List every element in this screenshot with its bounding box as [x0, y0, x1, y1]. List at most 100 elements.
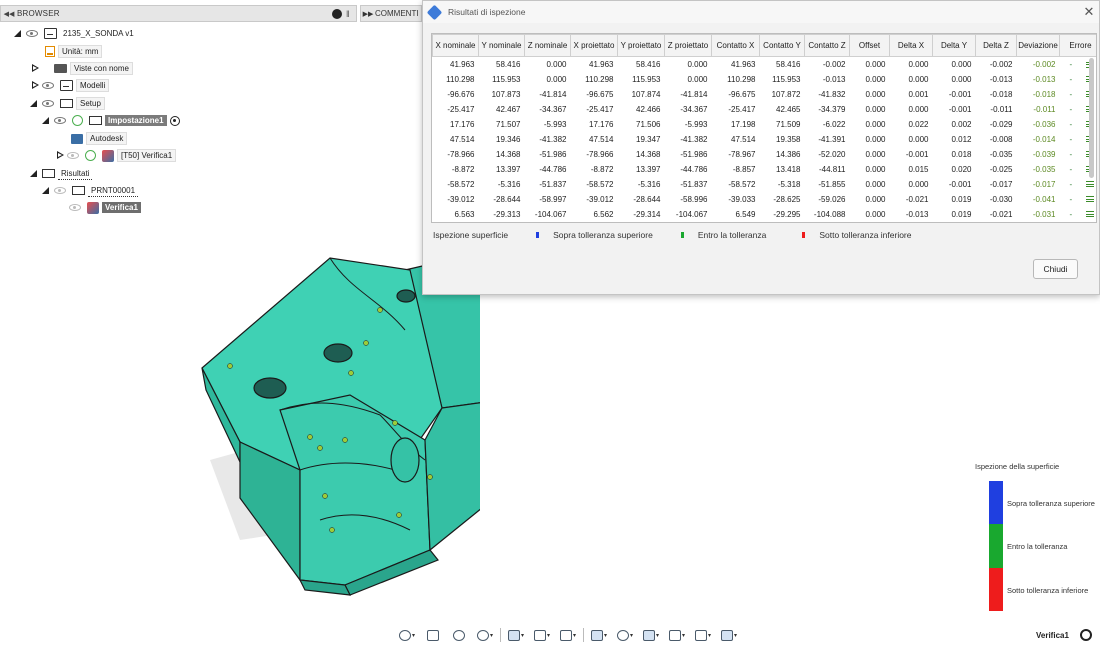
expand-icon[interactable]: [42, 116, 51, 125]
table-cell: -25.417: [728, 104, 756, 114]
expand-icon[interactable]: [55, 151, 64, 160]
table-row[interactable]: 6.563 -29.313 -104.067 6.562 -29.314 -104.067…: [433, 207, 1097, 222]
column-header[interactable]: Errore: [1059, 34, 1096, 57]
expand-icon[interactable]: [30, 99, 39, 108]
tree-models[interactable]: Modelli: [30, 78, 110, 93]
table-row[interactable]: -58.572 -5.316 -51.837 -58.572 -5.316 -51.837…: [433, 177, 1097, 192]
eye-icon[interactable]: [54, 187, 66, 194]
table-cell: -0.029: [989, 119, 1013, 129]
table-row[interactable]: -78.966 14.368 -51.986 -78.966 14.368 -51.986…: [433, 147, 1097, 162]
table-cell: 107.872: [771, 89, 801, 99]
table-cell: -41.814: [539, 89, 567, 99]
refresh-button[interactable]: ▾: [614, 627, 636, 643]
table-cell: 0.000: [865, 134, 886, 144]
table-cell: -5.993: [543, 119, 567, 129]
eye-icon[interactable]: [42, 82, 54, 89]
pan-button[interactable]: [448, 627, 470, 643]
column-header[interactable]: Delta X: [889, 34, 933, 57]
table-cell: 0.000: [865, 59, 886, 69]
table-cell: -104.067: [534, 209, 567, 219]
table-cell: 0.019: [951, 209, 972, 219]
table-cell: 71.506: [636, 119, 661, 129]
expand-icon[interactable]: [30, 81, 39, 90]
tree-document[interactable]: 2135_X_SONDA v1: [14, 26, 137, 41]
tree-inspection[interactable]: Verifica1: [66, 200, 141, 215]
column-header[interactable]: Deviazione: [1016, 34, 1060, 57]
column-header[interactable]: Contatto X: [711, 34, 760, 57]
double-chevron-right-icon[interactable]: ▶▶: [361, 10, 375, 18]
active-target-icon[interactable]: [169, 115, 180, 126]
eye-icon[interactable]: [54, 117, 66, 124]
table-row[interactable]: -39.012 -28.644 -58.997 -39.012 -28.644 -58.9…: [433, 192, 1097, 207]
table-cell: -44.786: [680, 164, 708, 174]
tree-setup1[interactable]: Impostazione1: [42, 113, 180, 128]
column-header[interactable]: Contatto Y: [759, 34, 805, 57]
table-row[interactable]: -96.676 107.873 -41.814 -96.675 107.874 -41.8…: [433, 87, 1097, 102]
eye-icon[interactable]: [26, 30, 38, 37]
column-header[interactable]: Y proiettato: [617, 34, 665, 57]
table-cell: -104.088: [813, 209, 846, 219]
dialog-titlebar[interactable]: Risultati di ispezione ✕: [423, 1, 1099, 23]
table-cell: -44.786: [539, 164, 567, 174]
column-header[interactable]: Delta Y: [932, 34, 976, 57]
results-table[interactable]: X nominale Y nominale Z nominale X proietta…: [431, 33, 1097, 223]
column-header[interactable]: Offset: [849, 34, 890, 57]
eye-icon[interactable]: [67, 152, 79, 159]
minimize-icon[interactable]: [332, 8, 342, 19]
table-row[interactable]: 110.298 115.953 0.000 110.298 115.953 0.000 11…: [433, 72, 1097, 87]
expand-icon[interactable]: [30, 64, 39, 73]
eye-icon[interactable]: [42, 100, 54, 107]
table-cell: 47.514: [731, 134, 756, 144]
capture-button[interactable]: [422, 627, 444, 643]
tree-setup[interactable]: Setup: [30, 96, 105, 111]
table-row[interactable]: 41.963 58.416 0.000 41.963 58.416 0.000 41.963…: [433, 57, 1097, 72]
section-button[interactable]: ▾: [588, 627, 610, 643]
column-header[interactable]: Delta Z: [975, 34, 1017, 57]
appearance-button[interactable]: ▾: [640, 627, 662, 643]
tree-operation[interactable]: [T50] Verifica1: [55, 148, 177, 163]
status-icon[interactable]: [1080, 629, 1092, 641]
grid-button[interactable]: ▾: [531, 627, 553, 643]
table-cell: 6.549: [735, 209, 756, 219]
tree-autodesk[interactable]: Autodesk: [68, 131, 128, 146]
display-settings-button[interactable]: ▾: [505, 627, 527, 643]
browser-title: BROWSER: [17, 9, 60, 18]
viewports-button[interactable]: ▾: [557, 627, 579, 643]
table-row[interactable]: -8.872 13.397 -44.786 -8.872 13.397 -44.786 -8…: [433, 162, 1097, 177]
tree-prnt[interactable]: PRNT00001: [42, 183, 139, 198]
close-icon[interactable]: ✕: [1079, 4, 1099, 20]
close-button[interactable]: Chiudi: [1033, 259, 1078, 279]
table-cell: -34.379: [818, 104, 846, 114]
table-cell: -59.026: [818, 194, 846, 204]
filter-button[interactable]: ▾: [692, 627, 714, 643]
table-cell: -39.012: [447, 194, 475, 204]
eye-icon[interactable]: [69, 204, 81, 211]
visual-style-button[interactable]: ▾: [666, 627, 688, 643]
expand-icon[interactable]: [30, 169, 39, 178]
table-row[interactable]: 47.514 19.346 -41.382 47.514 19.347 -41.382 47…: [433, 132, 1097, 147]
column-header[interactable]: Y nominale: [478, 34, 525, 57]
column-header[interactable]: Contatto Z: [804, 34, 850, 57]
table-cell: -0.025: [989, 164, 1013, 174]
column-header[interactable]: Z nominale: [524, 34, 571, 57]
visual-style-icon: [668, 629, 681, 641]
comments-header[interactable]: ▶▶ COMMENTI: [360, 5, 422, 22]
tree-results[interactable]: Risultati: [30, 166, 93, 181]
tree-units[interactable]: Unità: mm: [42, 44, 103, 59]
table-row[interactable]: 17.176 71.507 -5.993 17.176 71.506 -5.993 17.1…: [433, 117, 1097, 132]
vertical-scrollbar[interactable]: [1089, 58, 1094, 178]
table-row[interactable]: -25.417 42.467 -34.367 -25.417 42.466 -34.367…: [433, 102, 1097, 117]
column-header[interactable]: Z proiettato: [664, 34, 712, 57]
zoom-button[interactable]: ▾: [474, 627, 496, 643]
orbit-tool-button[interactable]: ▾: [396, 627, 418, 643]
expand-icon[interactable]: [14, 29, 23, 38]
double-chevron-left-icon[interactable]: ◀◀: [1, 10, 17, 18]
more-icon[interactable]: ‖: [346, 9, 356, 19]
column-header[interactable]: X proiettato: [570, 34, 618, 57]
effects-button[interactable]: ▾: [718, 627, 740, 643]
expand-icon[interactable]: [42, 186, 51, 195]
tree-named-views[interactable]: Viste con nome: [30, 61, 133, 76]
setup1-label: Impostazione1: [105, 115, 167, 126]
table-cell: 0.020: [951, 164, 972, 174]
column-header[interactable]: X nominale: [432, 34, 479, 57]
